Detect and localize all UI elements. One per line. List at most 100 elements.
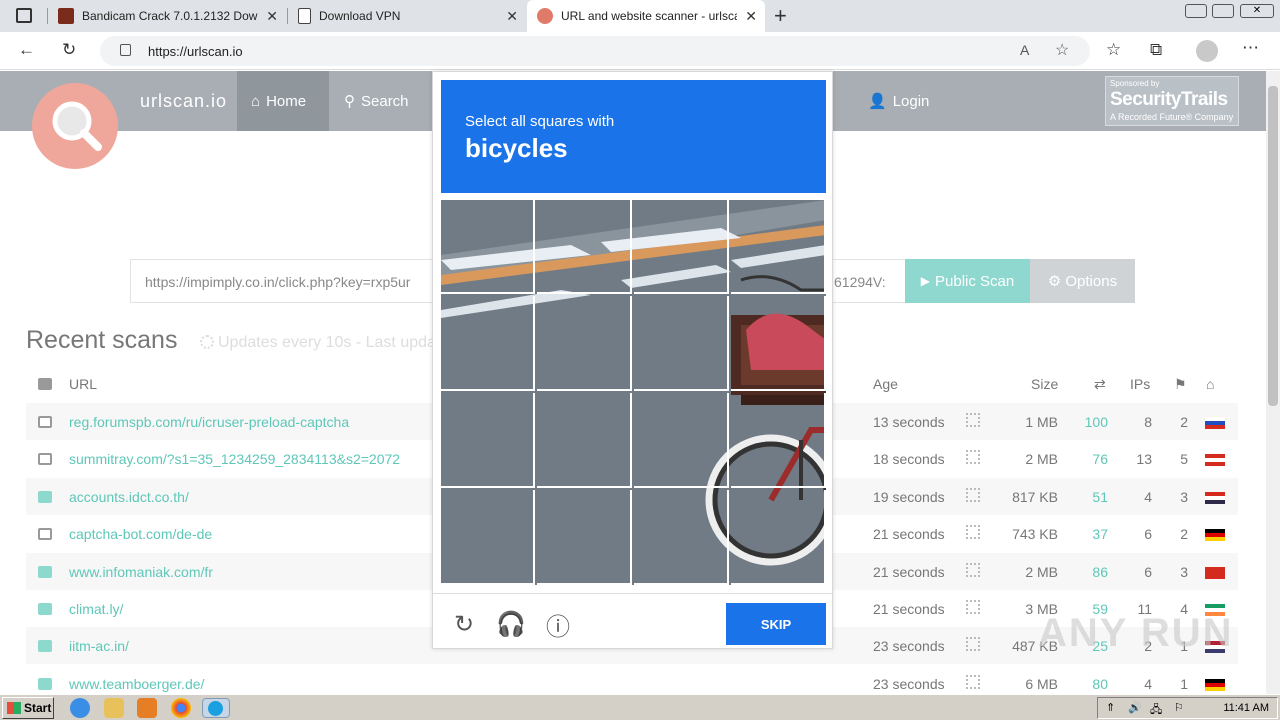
ie-icon[interactable] [70, 698, 90, 718]
scan-requests[interactable]: 37 [1092, 526, 1108, 542]
nav-login[interactable]: 👤 Login [854, 71, 943, 131]
captcha-tile[interactable] [731, 200, 826, 294]
captcha-tile[interactable] [634, 393, 729, 488]
nav-login-label: Login [892, 92, 930, 110]
scan-requests[interactable]: 51 [1092, 489, 1108, 505]
scan-ips: 4 [1144, 676, 1152, 692]
brand-name[interactable]: urlscan.io [140, 91, 227, 112]
scan-url-link[interactable]: summitray.com/?s1=35_1234259_2834113&s2=… [69, 451, 400, 467]
scan-size: 743 KB [1012, 526, 1058, 542]
info-icon[interactable]: ⓘ [544, 610, 572, 641]
captcha-tile[interactable] [634, 296, 729, 391]
tab-label: Bandicam Crack 7.0.1.2132 Down [82, 9, 258, 23]
captcha-tile[interactable] [441, 296, 535, 391]
close-icon[interactable]: ✕ [266, 8, 278, 25]
screenshot-icon[interactable] [966, 563, 980, 577]
scan-url-link[interactable]: www.teamboerger.de/ [69, 676, 204, 692]
tab-bandicam[interactable]: Bandicam Crack 7.0.1.2132 Down ✕ [48, 0, 286, 32]
add-favorite-icon[interactable]: ☆ [1055, 40, 1069, 60]
scan-countries: 3 [1180, 564, 1188, 580]
screenshot-icon[interactable] [966, 488, 980, 502]
captcha-tile[interactable] [537, 490, 632, 585]
close-icon[interactable]: ✕ [745, 8, 757, 25]
close-icon[interactable]: ✕ [506, 8, 518, 25]
scan-requests[interactable]: 86 [1092, 564, 1108, 580]
headphones-icon[interactable]: 🎧 [496, 610, 526, 638]
flag-icon[interactable]: ⚐ [1174, 701, 1184, 714]
collections-icon[interactable]: ⧉ [1150, 40, 1162, 60]
recent-scans-subtitle-text: Updates every 10s - Last update [218, 334, 450, 351]
scrollbar-thumb[interactable] [1268, 86, 1278, 406]
restore-button[interactable] [1212, 4, 1234, 18]
media-player-icon[interactable] [137, 698, 157, 718]
scan-url-link[interactable]: reg.forumspb.com/ru/icruser-preload-capt… [69, 414, 349, 430]
screenshot-icon[interactable] [966, 675, 980, 689]
header-requests-icon: ⇄ [1094, 376, 1106, 392]
captcha-tile[interactable] [537, 200, 632, 294]
scan-ips: 6 [1144, 526, 1152, 542]
gear-icon: ⚙ [1047, 273, 1062, 290]
options-button[interactable]: ⚙ Options [1030, 259, 1135, 303]
scan-url-link[interactable]: captcha-bot.com/de-de [69, 526, 212, 542]
back-arrow-icon[interactable]: ← [18, 40, 35, 60]
new-tab-button[interactable]: + [774, 3, 787, 29]
country-flag-icon [1205, 417, 1225, 429]
network-icon[interactable]: 🖧 [1150, 701, 1162, 720]
screenshot-icon[interactable] [966, 600, 980, 614]
chrome-icon[interactable] [171, 698, 191, 718]
nav-search[interactable]: ⚲ Search [330, 71, 423, 131]
captcha-tile[interactable] [634, 200, 729, 294]
refresh-icon[interactable]: ↻ [62, 40, 76, 60]
screenshot-icon[interactable] [966, 450, 980, 464]
address-bar[interactable]: https://urlscan.io A ☆ [100, 36, 1090, 66]
scan-url-link[interactable]: climat.ly/ [69, 601, 123, 617]
captcha-tile[interactable] [731, 393, 826, 488]
favorites-icon[interactable]: ☆ [1106, 40, 1121, 60]
captcha-tile[interactable] [634, 490, 729, 585]
scan-url-link[interactable]: accounts.idct.co.th/ [69, 489, 189, 505]
scan-requests[interactable]: 100 [1085, 414, 1108, 430]
screenshot-icon[interactable] [966, 413, 980, 427]
scan-age: 21 seconds [873, 564, 945, 580]
captcha-tile[interactable] [731, 490, 826, 585]
options-label: Options [1065, 272, 1118, 290]
scan-url-link[interactable]: www.infomaniak.com/fr [69, 564, 213, 580]
volume-icon[interactable]: 🔊 [1128, 701, 1142, 714]
tray-arrow-icon[interactable]: ⇑ [1106, 701, 1115, 714]
read-aloud-icon[interactable]: A [1020, 42, 1029, 58]
close-window-button[interactable]: ✕ [1240, 4, 1274, 18]
screenshot-icon[interactable] [966, 525, 980, 539]
captcha-tile[interactable] [537, 393, 632, 488]
scan-ips: 6 [1144, 564, 1152, 580]
clock: 11:41 AM [1223, 702, 1269, 714]
edge-icon[interactable] [202, 698, 230, 718]
sponsor-banner[interactable]: Sponsored by SecurityTrails A Recorded F… [1105, 76, 1239, 126]
more-menu-icon[interactable]: ⋯ [1242, 38, 1259, 58]
scan-ips: 13 [1136, 451, 1152, 467]
public-scan-button[interactable]: ▶ Public Scan [905, 259, 1030, 303]
country-flag-icon [1205, 454, 1225, 466]
captcha-tile[interactable] [731, 296, 826, 391]
scan-requests[interactable]: 76 [1092, 451, 1108, 467]
scan-countries: 1 [1180, 676, 1188, 692]
sponsor-name: SecurityTrails [1110, 89, 1228, 110]
refresh-icon[interactable]: ↻ [450, 610, 478, 638]
window-menu-icon[interactable] [16, 8, 32, 23]
captcha-tile[interactable] [441, 490, 535, 585]
start-button[interactable]: Start [2, 697, 54, 719]
scan-url-link[interactable]: iitm-ac.in/ [69, 638, 129, 654]
explorer-folder-icon[interactable] [104, 698, 124, 718]
tab-download-vpn[interactable]: Download VPN ✕ [288, 0, 526, 32]
country-flag-icon [1205, 679, 1225, 691]
tab-urlscan[interactable]: URL and website scanner - urlsca ✕ [527, 0, 765, 32]
captcha-tile[interactable] [441, 200, 535, 294]
profile-avatar[interactable] [1196, 40, 1218, 62]
minimize-button[interactable] [1185, 4, 1207, 18]
screenshot-icon[interactable] [966, 637, 980, 651]
captcha-tile[interactable] [537, 296, 632, 391]
nav-home[interactable]: ⌂ Home [237, 71, 329, 131]
captcha-tile[interactable] [441, 393, 535, 488]
scan-requests[interactable]: 80 [1092, 676, 1108, 692]
skip-button[interactable]: SKIP [726, 603, 826, 645]
urlscan-logo[interactable] [32, 83, 118, 169]
